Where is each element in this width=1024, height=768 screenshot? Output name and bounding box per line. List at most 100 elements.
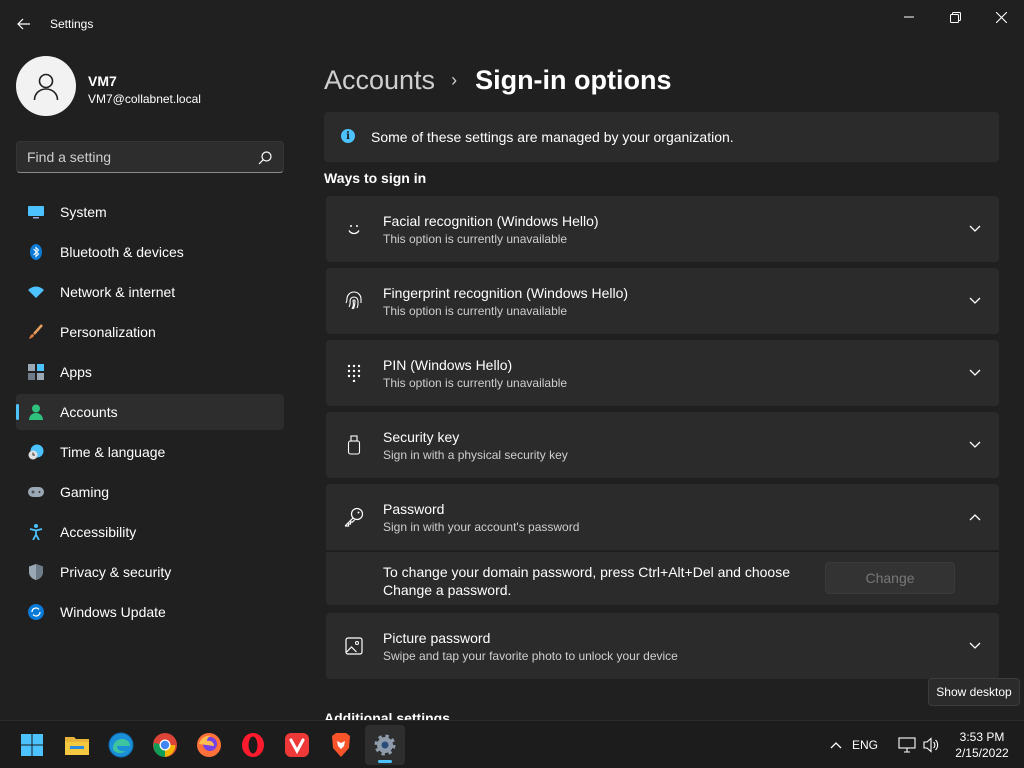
sidebar-item-network[interactable]: Network & internet xyxy=(16,274,284,310)
chevron-down-icon xyxy=(967,365,983,381)
restore-icon xyxy=(949,11,961,23)
taskbar-settings[interactable] xyxy=(365,725,405,765)
pin-card[interactable]: PIN (Windows Hello) This option is curre… xyxy=(326,340,999,406)
sidebar-item-system[interactable]: System xyxy=(16,194,284,230)
system-icon xyxy=(28,204,44,220)
card-title: PIN (Windows Hello) xyxy=(383,357,513,373)
sidebar-item-accessibility[interactable]: Accessibility xyxy=(16,514,284,550)
network-status[interactable] xyxy=(897,735,917,755)
sidebar-item-label: Windows Update xyxy=(60,604,166,620)
face-icon xyxy=(342,217,366,241)
usb-key-icon xyxy=(342,433,366,457)
password-card[interactable]: Password Sign in with your account's pas… xyxy=(326,484,999,550)
shield-icon xyxy=(28,564,44,580)
profile-email: VM7@collabnet.local xyxy=(88,92,201,106)
volume-control[interactable] xyxy=(921,735,941,755)
title-bar: Settings xyxy=(0,0,1024,48)
user-profile[interactable]: VM7 VM7@collabnet.local xyxy=(16,56,296,118)
info-text: Some of these settings are managed by yo… xyxy=(371,129,734,145)
edge-icon xyxy=(108,732,134,758)
clock-globe-icon xyxy=(28,444,44,460)
facial-recognition-card[interactable]: Facial recognition (Windows Hello) This … xyxy=(326,196,999,262)
chevron-down-icon xyxy=(967,221,983,237)
sidebar-item-label: System xyxy=(60,204,107,220)
brush-icon xyxy=(28,324,44,340)
chevron-down-icon xyxy=(967,437,983,453)
card-title: Security key xyxy=(383,429,460,445)
show-desktop-tooltip: Show desktop xyxy=(928,678,1020,706)
sidebar-item-label: Personalization xyxy=(60,324,156,340)
bluetooth-icon xyxy=(28,244,44,260)
apps-icon xyxy=(28,364,44,380)
card-subtitle: This option is currently unavailable xyxy=(383,232,568,246)
sidebar-item-time-language[interactable]: Time & language xyxy=(16,434,284,470)
taskbar-firefox[interactable] xyxy=(189,725,229,765)
card-subtitle: This option is currently unavailable xyxy=(383,304,568,318)
card-subtitle: Sign in with a physical security key xyxy=(383,448,568,462)
sidebar-item-personalization[interactable]: Personalization xyxy=(16,314,284,350)
picture-icon xyxy=(342,634,366,658)
minimize-icon xyxy=(904,16,914,18)
profile-name: VM7 xyxy=(88,73,117,89)
card-subtitle: Swipe and tap your favorite photo to unl… xyxy=(383,649,678,663)
minimize-button[interactable] xyxy=(886,2,932,32)
settings-icon xyxy=(374,734,396,756)
sidebar-item-privacy[interactable]: Privacy & security xyxy=(16,554,284,590)
sidebar-item-apps[interactable]: Apps xyxy=(16,354,284,390)
show-hidden-icons-button[interactable] xyxy=(826,735,846,755)
breadcrumb-separator: › xyxy=(451,69,458,90)
wifi-icon xyxy=(28,284,44,300)
sidebar-item-label: Bluetooth & devices xyxy=(60,244,184,260)
language-indicator[interactable]: ENG xyxy=(852,738,878,752)
person-icon xyxy=(33,73,59,101)
fingerprint-recognition-card[interactable]: Fingerprint recognition (Windows Hello) … xyxy=(326,268,999,334)
sidebar-item-gaming[interactable]: Gaming xyxy=(16,474,284,510)
file-explorer-icon xyxy=(65,737,89,755)
breadcrumb-parent[interactable]: Accounts xyxy=(324,65,435,96)
search-box[interactable] xyxy=(16,141,284,173)
taskbar-opera[interactable] xyxy=(233,725,273,765)
sidebar-item-windows-update[interactable]: Windows Update xyxy=(16,594,284,630)
close-icon xyxy=(995,11,1007,23)
close-button[interactable] xyxy=(978,2,1024,32)
search-input[interactable] xyxy=(27,148,247,166)
sidebar: VM7 VM7@collabnet.local System Bluetooth… xyxy=(0,48,300,720)
clock[interactable]: 3:53 PM 2/15/2022 xyxy=(950,729,1014,761)
opera-icon xyxy=(242,733,264,757)
vivaldi-icon xyxy=(285,733,309,757)
password-help-text: To change your domain password, press Ct… xyxy=(383,564,790,598)
firefox-icon xyxy=(197,733,221,757)
avatar xyxy=(16,56,76,116)
taskbar: ENG 3:53 PM 2/15/2022 xyxy=(0,720,1024,768)
app-title: Settings xyxy=(50,17,94,31)
password-expanded-panel: To change your domain password, press Ct… xyxy=(326,551,999,605)
taskbar-vivaldi[interactable] xyxy=(277,725,317,765)
chrome-icon xyxy=(153,733,177,757)
sidebar-item-bluetooth[interactable]: Bluetooth & devices xyxy=(16,234,284,270)
clock-date: 2/15/2022 xyxy=(955,746,1009,760)
sidebar-item-accounts[interactable]: Accounts xyxy=(16,394,284,430)
change-password-button[interactable]: Change xyxy=(825,562,955,594)
sidebar-item-label: Gaming xyxy=(60,484,110,500)
picture-password-card[interactable]: Picture password Swipe and tap your favo… xyxy=(326,613,999,679)
start-button[interactable] xyxy=(12,725,52,765)
card-title: Fingerprint recognition (Windows Hello) xyxy=(383,285,629,301)
taskbar-chrome[interactable] xyxy=(145,725,185,765)
chevron-down-icon xyxy=(967,293,983,309)
taskbar-brave[interactable] xyxy=(321,725,361,765)
section-title: Ways to sign in xyxy=(324,170,427,186)
security-key-card[interactable]: Security key Sign in with a physical sec… xyxy=(326,412,999,478)
back-button[interactable] xyxy=(12,12,36,36)
sidebar-item-label: Privacy & security xyxy=(60,564,172,580)
chevron-down-icon xyxy=(967,638,983,654)
accessibility-icon xyxy=(28,524,44,540)
card-subtitle: Sign in with your account's password xyxy=(383,520,580,534)
taskbar-file-explorer[interactable] xyxy=(57,725,97,765)
sidebar-item-label: Time & language xyxy=(60,444,166,460)
card-title: Password xyxy=(383,501,445,517)
restore-button[interactable] xyxy=(932,2,978,32)
account-icon xyxy=(28,404,44,420)
card-subtitle: This option is currently unavailable xyxy=(383,376,568,390)
taskbar-edge[interactable] xyxy=(101,725,141,765)
controller-icon xyxy=(28,484,44,500)
